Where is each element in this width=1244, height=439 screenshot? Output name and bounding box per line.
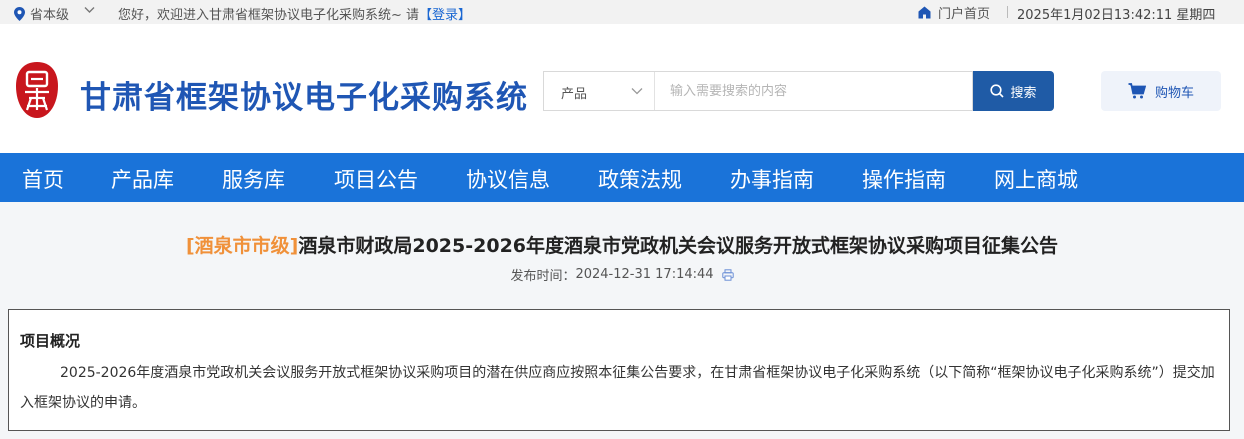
print-icon[interactable] — [721, 268, 734, 281]
cart-button[interactable]: 购物车 — [1101, 71, 1221, 111]
cart-icon — [1128, 83, 1146, 99]
nav-item-services[interactable]: 服务库 — [222, 164, 285, 194]
datetime-display: 2025年1月02日13:42:11 星期四 — [1017, 8, 1216, 23]
nav-item-home[interactable]: 首页 — [22, 164, 64, 194]
nav-item-guide[interactable]: 办事指南 — [730, 164, 814, 194]
section-heading: 项目概况 — [20, 332, 81, 350]
main-nav: 首页 产品库 服务库 项目公告 协议信息 政策法规 办事指南 操作指南 网上商城 — [0, 153, 1244, 202]
home-icon — [918, 6, 931, 19]
nav-item-operation-guide[interactable]: 操作指南 — [862, 164, 946, 194]
nav-item-announcements[interactable]: 项目公告 — [334, 164, 418, 194]
top-bar: 省本级 您好，欢迎进入甘肃省框架协议电子化采购系统~ 请【登录】 门户首页 20… — [0, 0, 1244, 24]
article-content: 项目概况 2025-2026年度酒泉市党政机关会议服务开放式框架协议采购项目的潜… — [8, 309, 1230, 431]
location-label: 省本级 — [30, 8, 70, 23]
search-input[interactable] — [656, 72, 972, 110]
nav-item-online-mall[interactable]: 网上商城 — [994, 164, 1078, 194]
location-selector[interactable]: 省本级 — [14, 4, 69, 23]
search-category-select[interactable]: 产品 — [544, 72, 655, 110]
nav-item-policies[interactable]: 政策法规 — [598, 164, 682, 194]
site-title: 甘肃省框架协议电子化采购系统 — [80, 80, 528, 116]
divider — [1007, 6, 1008, 18]
search-bar: 产品 — [543, 71, 973, 111]
nav-item-products[interactable]: 产品库 — [111, 164, 174, 194]
location-pin-icon — [14, 6, 25, 21]
welcome-text: 您好，欢迎进入甘肃省框架协议电子化采购系统~ 请【登录】 — [118, 8, 472, 23]
region-tag: [酒泉市市级] — [185, 235, 299, 257]
article-paragraph: 2025-2026年度酒泉市党政机关会议服务开放式框架协议采购项目的潜在供应商应… — [20, 365, 1215, 411]
article-title: [酒泉市市级]酒泉市财政局2025-2026年度酒泉市党政机关会议服务开放式框架… — [185, 235, 1059, 257]
portal-home-link[interactable]: 门户首页 — [918, 3, 990, 22]
publish-time: 发布时间： 2024-12-31 17:14:44 — [0, 265, 1244, 284]
site-logo[interactable] — [13, 60, 61, 120]
search-button[interactable]: 搜索 — [973, 71, 1054, 111]
nav-item-agreements[interactable]: 协议信息 — [466, 164, 550, 194]
chevron-down-icon — [631, 88, 643, 95]
login-link[interactable]: 【登录】 — [419, 8, 471, 23]
chevron-down-icon[interactable] — [84, 6, 95, 14]
header: 甘肃省框架协议电子化采购系统 产品 搜索 购物车 — [0, 24, 1244, 153]
search-icon — [990, 84, 1005, 98]
